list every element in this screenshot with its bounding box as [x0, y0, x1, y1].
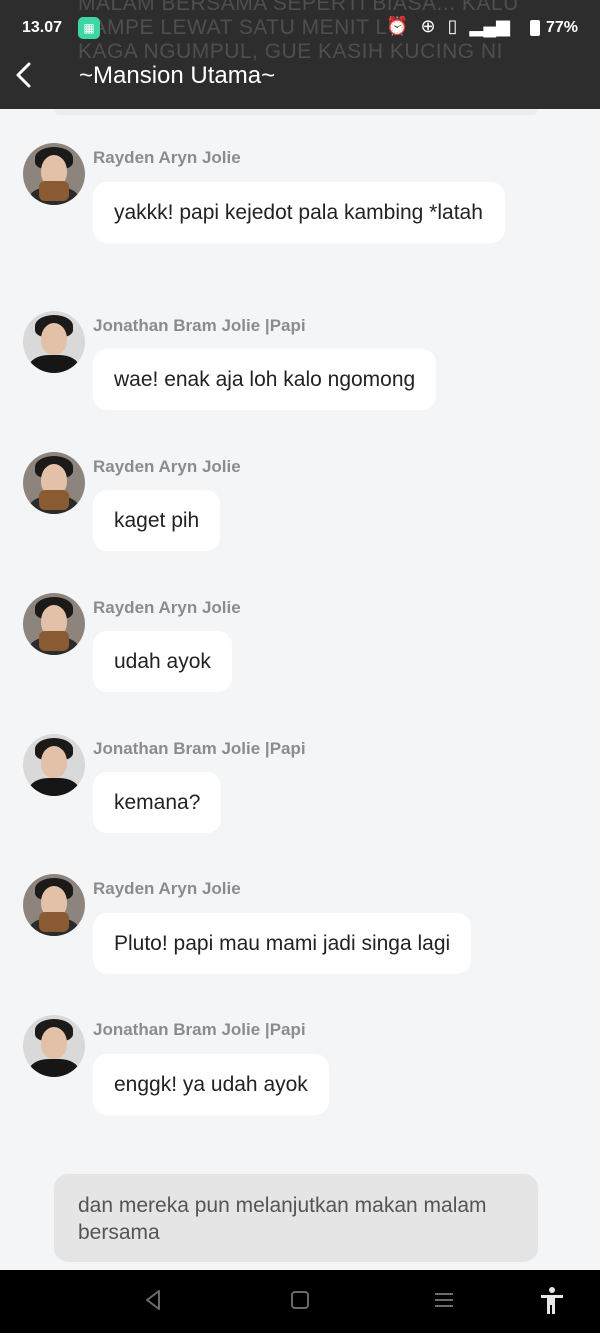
battery-indicator: 77%	[529, 19, 578, 37]
avatar[interactable]	[23, 1015, 85, 1077]
sender-name: Rayden Aryn Jolie	[93, 148, 241, 167]
alarm-icon: ⏰	[386, 16, 409, 36]
sender-name: Jonathan Bram Jolie |Papi	[93, 739, 306, 758]
back-button[interactable]	[10, 58, 40, 92]
battery-icon	[529, 20, 540, 36]
message-bubble[interactable]: wae! enak aja loh kalo ngomong	[93, 349, 437, 410]
nav-home-icon[interactable]	[289, 1288, 311, 1312]
previous-bubble-edge	[54, 109, 538, 115]
avatar[interactable]	[23, 593, 85, 655]
avatar[interactable]	[23, 874, 85, 936]
avatar[interactable]	[23, 143, 85, 205]
message-bubble[interactable]: enggk! ya udah ayok	[93, 1054, 329, 1115]
nav-recents-icon[interactable]	[432, 1288, 456, 1312]
signal-icon: ▂▄▆	[469, 16, 510, 36]
chevron-left-icon	[16, 62, 31, 88]
battery-level: 77%	[545, 19, 578, 36]
navigation-bar	[0, 1270, 600, 1333]
avatar[interactable]	[23, 734, 85, 796]
sender-name: Jonathan Bram Jolie |Papi	[93, 1020, 306, 1039]
avatar[interactable]	[23, 452, 85, 514]
accessibility-icon[interactable]	[539, 1286, 565, 1316]
sender-name: Rayden Aryn Jolie	[93, 457, 241, 476]
vibrate-icon: ▯	[447, 16, 458, 36]
status-time: 13.07	[22, 19, 63, 36]
data-saver-icon: ⊕	[420, 16, 436, 36]
message-bubble[interactable]: yakkk! papi kejedot pala kambing *latah	[93, 182, 505, 243]
sender-name: Rayden Aryn Jolie	[93, 598, 241, 617]
sender-name: Rayden Aryn Jolie	[93, 879, 241, 898]
status-icons: ⏰ ⊕ ▯ ▂▄▆	[386, 16, 510, 37]
top-bar: MALAM BERSAMA SEPERTI BIASA... KALU SAMP…	[0, 0, 600, 109]
message-bubble[interactable]: kaget pih	[93, 490, 221, 551]
chat-title: ~Mansion Utama~	[79, 62, 276, 89]
message-bubble[interactable]: Pluto! papi mau mami jadi singa lagi	[93, 913, 472, 974]
nav-back-icon[interactable]	[143, 1288, 163, 1312]
message-bubble[interactable]: udah ayok	[93, 631, 232, 692]
status-bar: 13.07 ▦ ⏰ ⊕ ▯ ▂▄▆ 77%	[0, 0, 600, 56]
message-bubble[interactable]: kemana?	[93, 772, 222, 833]
app-notification-icon: ▦	[78, 17, 100, 39]
avatar[interactable]	[23, 311, 85, 373]
sender-name: Jonathan Bram Jolie |Papi	[93, 316, 306, 335]
narration-bubble[interactable]: dan mereka pun melanjutkan makan malam b…	[54, 1174, 538, 1262]
